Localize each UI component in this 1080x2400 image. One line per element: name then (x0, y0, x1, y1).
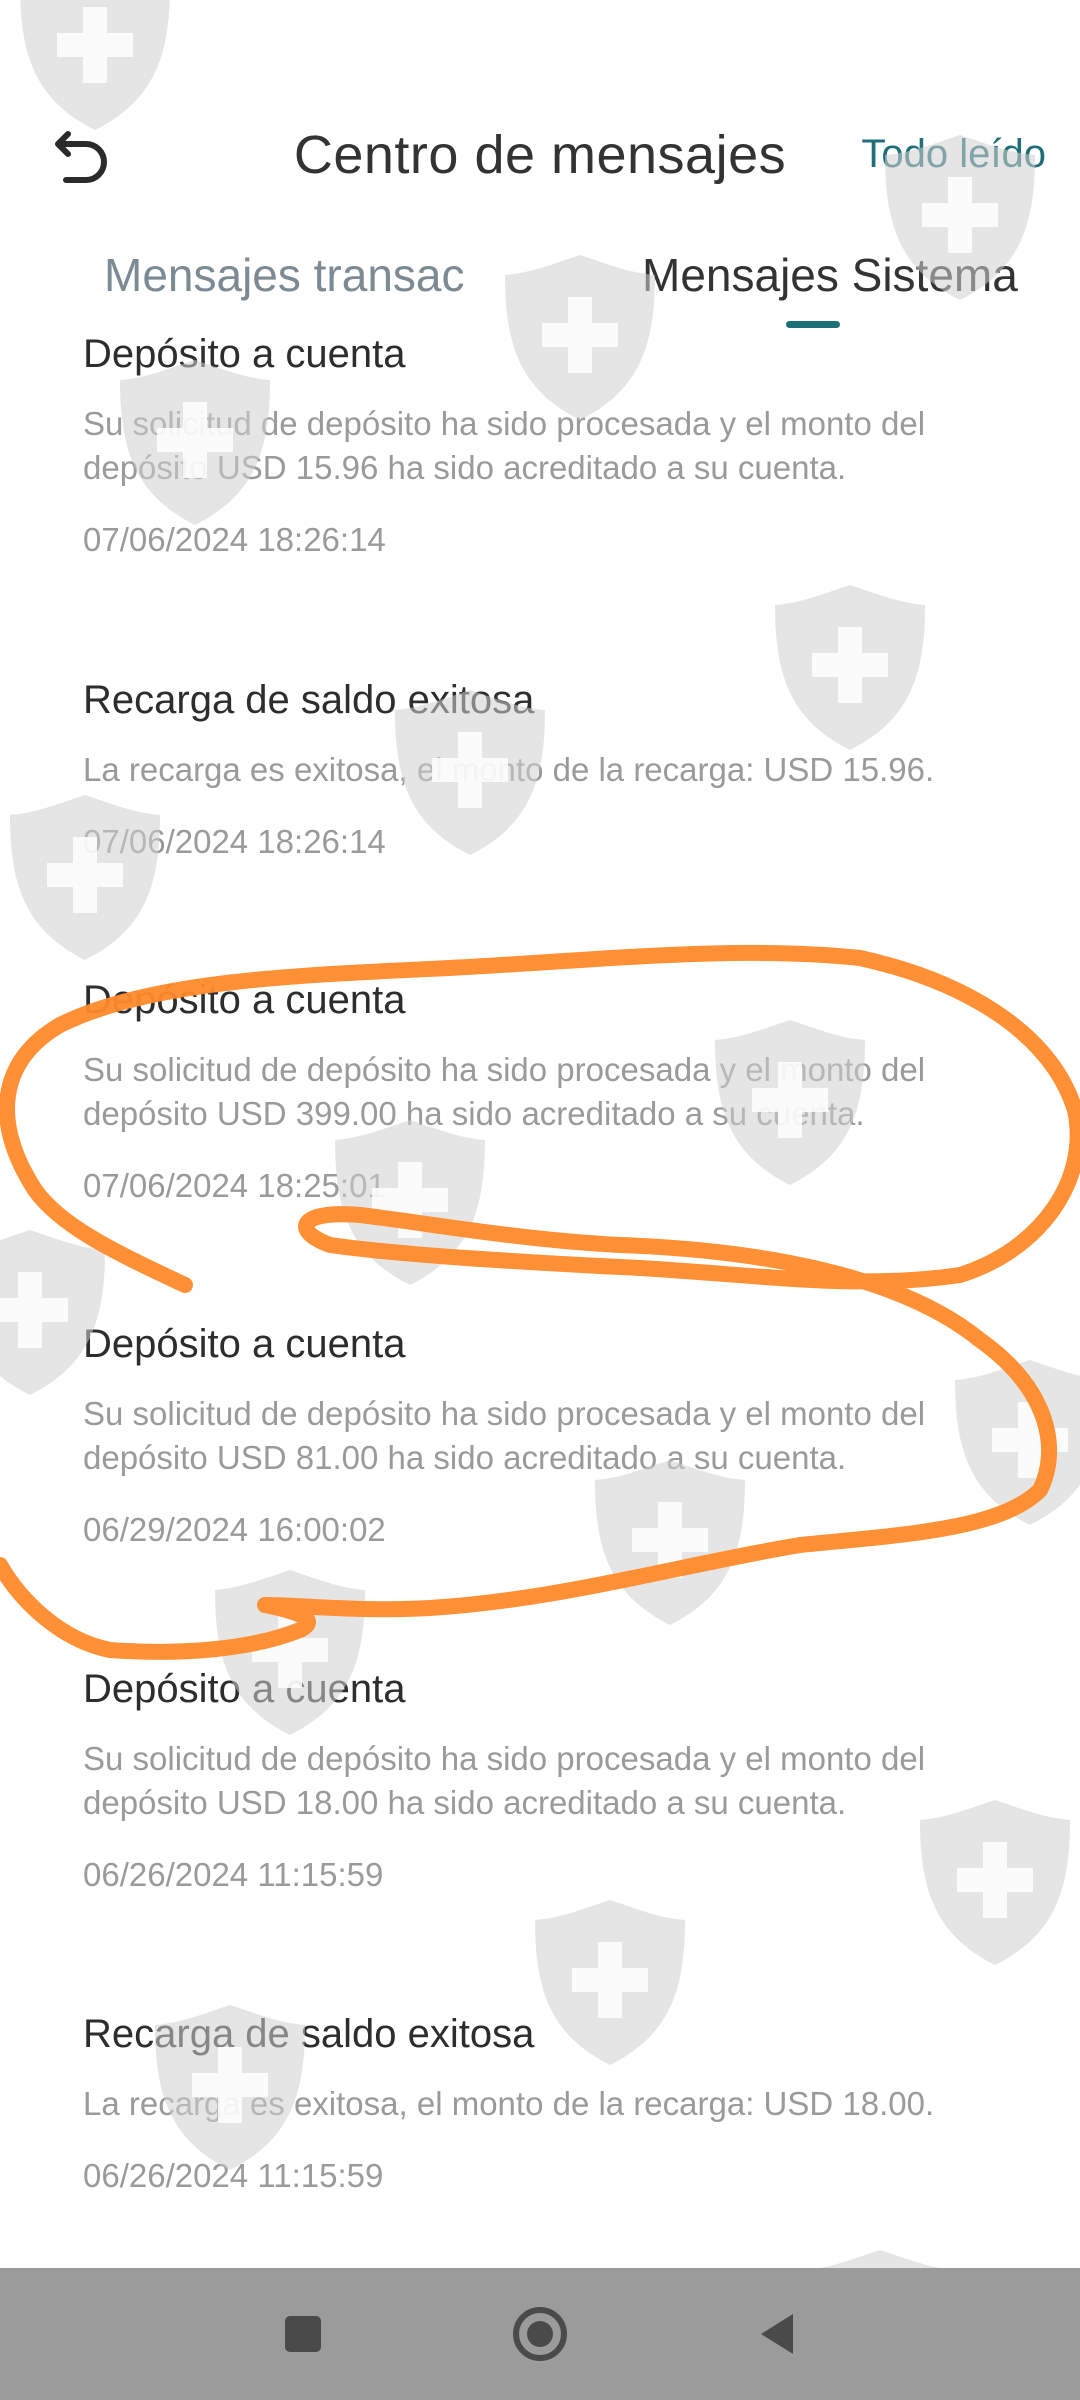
square-recents-icon (285, 2316, 321, 2352)
message-item[interactable]: Depósito a cuenta Su solicitud de depósi… (83, 330, 1003, 560)
mark-all-read-button[interactable]: Todo leído (861, 132, 1046, 177)
message-date: 07/06/2024 18:25:01 (83, 1167, 386, 1204)
circle-home-icon (513, 2307, 567, 2361)
message-date: 06/26/2024 11:15:59 (83, 1856, 384, 1893)
nav-back-button[interactable] (717, 2268, 837, 2400)
message-item[interactable]: Recarga de saldo exitosa La recarga es e… (83, 676, 1003, 862)
header: Centro de mensajes Todo leído (0, 0, 1080, 230)
message-title: Recarga de saldo exitosa (83, 678, 535, 722)
active-tab-indicator (786, 321, 840, 328)
tab-mensajes-transac[interactable]: Mensajes transac (104, 248, 465, 302)
message-body: Su solicitud de depósito ha sido procesa… (83, 1740, 926, 1821)
message-date: 07/06/2024 18:26:14 (83, 521, 386, 558)
message-title: Recarga de saldo exitosa (83, 2012, 535, 2056)
message-date: 07/06/2024 18:26:14 (83, 823, 386, 860)
message-body: La recarga es exitosa, el monto de la re… (83, 751, 935, 788)
message-date: 06/29/2024 16:00:02 (83, 1511, 386, 1548)
message-item[interactable]: Depósito a cuenta Su solicitud de depósi… (83, 1665, 1003, 1895)
message-item[interactable]: Depósito a cuenta Su solicitud de depósi… (83, 976, 1003, 1206)
message-body: La recarga es exitosa, el monto de la re… (83, 2085, 935, 2122)
message-item[interactable]: Recarga de saldo exitosa La recarga es e… (83, 2010, 1003, 2196)
message-item[interactable]: Depósito a cuenta Su solicitud de depósi… (83, 1320, 1003, 1550)
message-body: Su solicitud de depósito ha sido procesa… (83, 1395, 926, 1476)
recents-button[interactable] (243, 2268, 363, 2400)
message-title: Depósito a cuenta (83, 978, 406, 1022)
message-date: 06/26/2024 11:15:59 (83, 2157, 384, 2194)
message-title: Depósito a cuenta (83, 1667, 406, 1711)
triangle-back-icon (761, 2314, 793, 2354)
home-button[interactable] (480, 2268, 600, 2400)
tab-mensajes-sistema[interactable]: Mensajes Sistema (642, 248, 1018, 302)
message-title: Depósito a cuenta (83, 332, 406, 376)
message-body: Su solicitud de depósito ha sido procesa… (83, 1051, 926, 1132)
system-navbar (0, 2268, 1080, 2400)
message-title: Depósito a cuenta (83, 1322, 406, 1366)
message-body: Su solicitud de depósito ha sido procesa… (83, 405, 926, 486)
